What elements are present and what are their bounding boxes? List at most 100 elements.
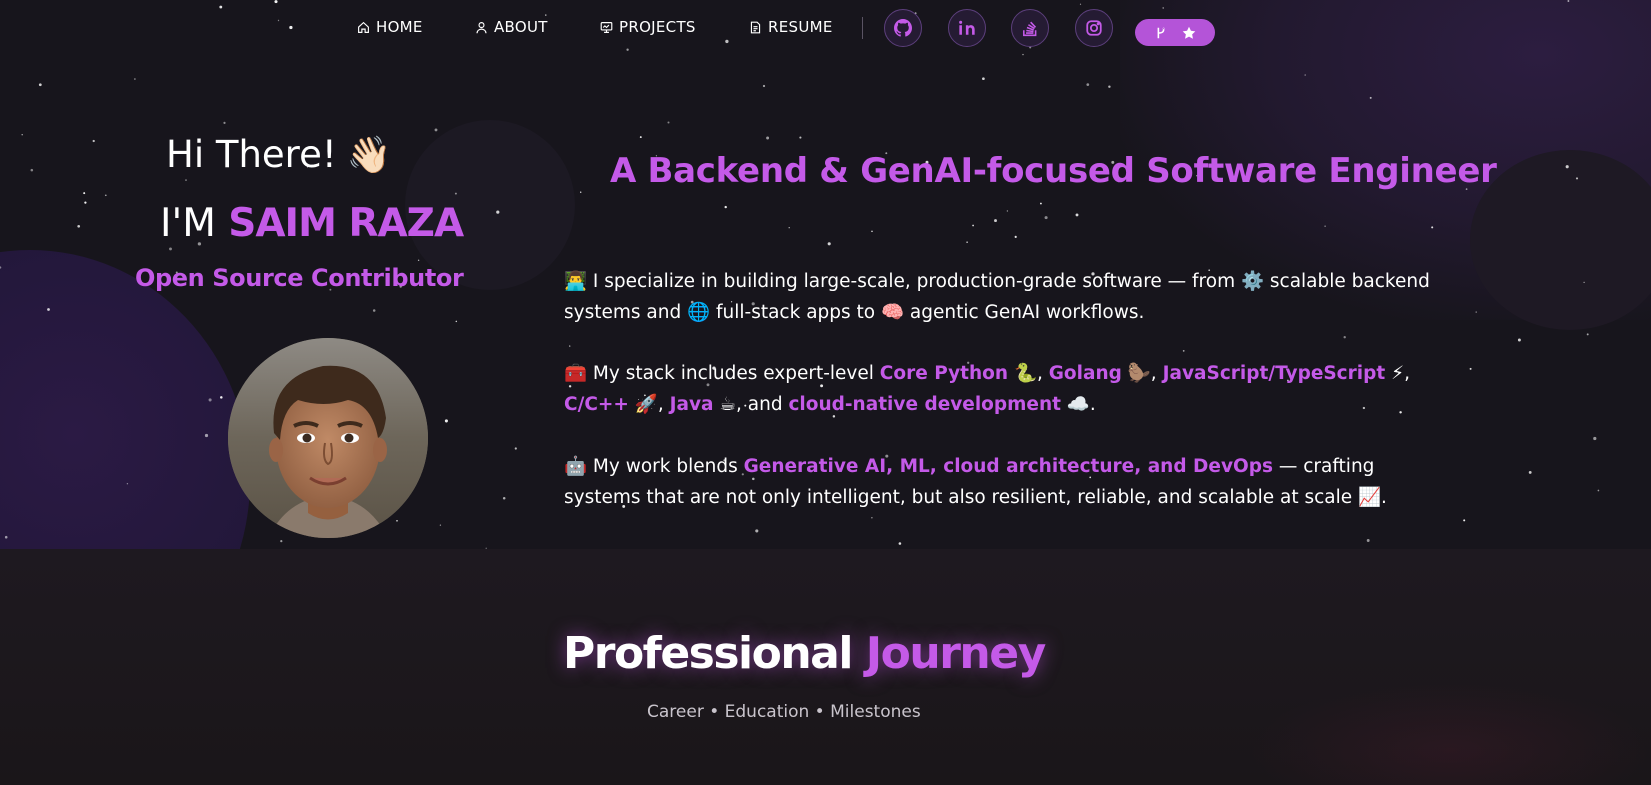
star: [83, 192, 86, 195]
star: [38, 83, 42, 87]
star: [799, 136, 802, 139]
nav-home-label: HOME: [376, 18, 423, 36]
linkedin-icon: [959, 20, 975, 35]
star: [434, 128, 438, 132]
star: [1343, 336, 1346, 339]
highlight-text: JavaScript/TypeScript: [1162, 363, 1386, 384]
paragraph-text: 🤖 My work blends: [564, 456, 744, 477]
star: [580, 191, 582, 193]
star: [1463, 519, 1466, 522]
highlight-text: Core Python: [879, 363, 1009, 384]
star: [724, 205, 727, 209]
star: [1039, 202, 1042, 205]
highlight-text: C/C++: [564, 394, 629, 415]
star: [84, 201, 87, 204]
home-icon: [358, 21, 369, 33]
star: [169, 247, 172, 251]
instagram-link[interactable]: [1075, 9, 1113, 47]
paragraph-text: ⚡,: [1385, 363, 1410, 384]
star: [898, 542, 902, 545]
star: [1586, 333, 1589, 336]
person-name: SAIM RAZA: [228, 201, 464, 246]
star: [827, 242, 831, 246]
star: [1583, 281, 1585, 284]
projects-icon: [600, 21, 613, 33]
star: [223, 121, 226, 124]
nav-about[interactable]: ABOUT: [475, 18, 548, 36]
github-icon: [894, 19, 912, 37]
star: [280, 540, 283, 543]
star: [220, 396, 223, 399]
wave-emoji: 👋🏻: [346, 134, 392, 176]
paragraph-text: 🚀,: [628, 394, 670, 415]
star: [1366, 539, 1370, 542]
star: [104, 194, 107, 197]
stackoverflow-link[interactable]: [1011, 9, 1049, 47]
paragraph-text: 🧰 My stack includes expert-level: [564, 363, 880, 384]
star: [77, 224, 81, 228]
stackoverflow-icon: [1023, 21, 1037, 37]
star: [972, 224, 975, 227]
nav-resume[interactable]: RESUME: [749, 18, 833, 36]
nav-projects-label: PROJECTS: [619, 18, 696, 36]
nav-divider: [862, 17, 863, 39]
star: [444, 419, 448, 423]
intro-paragraph-2: 🧰 My stack includes expert-level Core Py…: [564, 358, 1444, 420]
star: [1006, 210, 1009, 212]
decor-glow: [1250, 680, 1650, 785]
paragraph-text: 👨‍💻 I specialize in building large-scale…: [564, 271, 1430, 323]
star: [92, 139, 95, 143]
star: [1014, 235, 1017, 239]
name-prefix: I'M: [160, 201, 229, 246]
linkedin-link[interactable]: [948, 9, 986, 47]
paragraph-text: ☕, and: [713, 394, 789, 415]
nav-home[interactable]: HOME: [357, 18, 423, 36]
git-fork-icon: [1157, 27, 1165, 38]
star: [766, 136, 770, 140]
star: [1528, 470, 1532, 474]
star: [185, 179, 187, 181]
star: [1182, 350, 1185, 352]
star: [1075, 213, 1079, 217]
star: [1431, 226, 1434, 229]
star-icon: [1182, 26, 1196, 39]
journey-title-part-2: Journey: [865, 628, 1046, 679]
star: [966, 241, 968, 243]
name-heading: I'M SAIM RAZA: [160, 201, 464, 246]
star: [788, 227, 790, 229]
avatar: [228, 338, 428, 538]
user-icon: [476, 21, 487, 33]
star: [439, 524, 442, 526]
star: [1565, 165, 1569, 169]
journey-title: Professional Journey: [563, 628, 1046, 679]
instagram-icon: [1086, 20, 1102, 36]
journey-subtitle: Career • Education • Milestones: [647, 702, 921, 722]
star: [372, 309, 376, 312]
star: [639, 136, 642, 139]
star: [21, 133, 23, 136]
avatar-portrait: [228, 338, 428, 538]
paragraph-text: 🐍,: [1008, 363, 1049, 384]
star: [1304, 74, 1306, 76]
greeting-text: Hi There!: [166, 133, 337, 176]
headline: A Backend & GenAI-focused Software Engin…: [610, 151, 1497, 191]
star: [667, 121, 670, 124]
paragraph-text: ☁️.: [1060, 394, 1096, 415]
star: [1108, 85, 1111, 88]
star: [1593, 436, 1597, 441]
star: [1575, 177, 1579, 180]
star: [762, 84, 766, 88]
nav-projects[interactable]: PROJECTS: [600, 18, 696, 36]
star: [755, 529, 759, 533]
github-link[interactable]: [884, 9, 922, 47]
fork-star-button[interactable]: [1135, 19, 1215, 46]
star: [0, 266, 2, 269]
star: [1044, 216, 1048, 220]
star: [455, 320, 458, 323]
star: [454, 192, 457, 195]
star: [982, 77, 985, 81]
star: [208, 398, 212, 402]
star: [1475, 311, 1477, 313]
star: [514, 447, 517, 450]
star: [1086, 83, 1090, 86]
